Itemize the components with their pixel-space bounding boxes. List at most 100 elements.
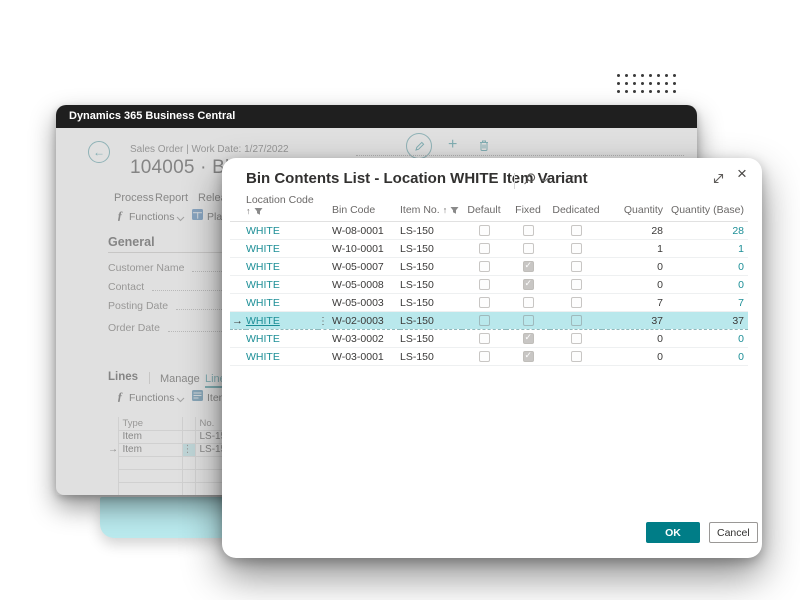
header-row: Location Code ↑ Bin Code Item No. ↑ xyxy=(230,194,748,222)
location-code-link[interactable]: WHITE xyxy=(246,351,280,363)
dedicated-checkbox[interactable] xyxy=(571,351,582,362)
dot xyxy=(657,74,660,77)
quantity-cell: 0 xyxy=(602,348,668,366)
dot xyxy=(657,82,660,85)
default-checkbox[interactable] xyxy=(479,279,490,290)
table-row[interactable]: → WHITE ⋮ W-05-0003 LS-150 7 7 xyxy=(230,294,748,312)
table-row[interactable]: → WHITE ⋮ W-08-0001 LS-150 28 28 xyxy=(230,222,748,240)
column-header-location-code[interactable]: Location Code ↑ xyxy=(246,194,318,222)
dedicated-checkbox[interactable] xyxy=(571,225,582,236)
quantity-base-link[interactable]: 0 xyxy=(738,279,744,291)
default-checkbox[interactable] xyxy=(479,333,490,344)
ok-button[interactable]: OK xyxy=(646,522,700,543)
dedicated-checkbox[interactable] xyxy=(571,333,582,344)
default-checkbox[interactable] xyxy=(479,297,490,308)
dot xyxy=(665,82,668,85)
item-no-cell: LS-150 xyxy=(400,276,462,294)
quantity-base-link[interactable]: 0 xyxy=(738,261,744,273)
app-title: Dynamics 365 Business Central xyxy=(69,110,235,122)
quantity-base-link[interactable]: 1 xyxy=(738,243,744,255)
fixed-checkbox[interactable] xyxy=(523,279,534,290)
bin-code-cell: W-08-0001 xyxy=(332,222,400,240)
quantity-base-link[interactable]: 37 xyxy=(732,315,744,327)
bin-code-cell: W-02-0003 xyxy=(332,312,400,330)
quantity-cell: 0 xyxy=(602,258,668,276)
quantity-base-link[interactable]: 0 xyxy=(738,333,744,345)
column-header-default[interactable]: Default xyxy=(462,194,506,222)
bin-code-cell: W-05-0003 xyxy=(332,294,400,312)
dot xyxy=(649,82,652,85)
dot xyxy=(641,74,644,77)
dot xyxy=(633,90,636,93)
default-checkbox[interactable] xyxy=(479,351,490,362)
dot xyxy=(617,90,620,93)
table-row[interactable]: → WHITE ⋮ W-10-0001 LS-150 1 1 xyxy=(230,240,748,258)
bin-contents-modal: Bin Contents List - Location WHITE Item … xyxy=(222,158,762,558)
expand-icon[interactable] xyxy=(712,172,725,188)
fixed-checkbox[interactable] xyxy=(523,261,534,272)
desktop-canvas: Dynamics 365 Business Central ← Sales Or… xyxy=(0,0,800,600)
column-header-quantity[interactable]: Quantity xyxy=(602,194,668,222)
default-checkbox[interactable] xyxy=(479,261,490,272)
dot xyxy=(625,74,628,77)
location-code-link[interactable]: WHITE xyxy=(246,333,280,345)
quantity-cell: 0 xyxy=(602,330,668,348)
column-header-fixed[interactable]: Fixed xyxy=(506,194,550,222)
location-code-link[interactable]: WHITE xyxy=(246,243,280,255)
search-button[interactable] xyxy=(522,172,549,187)
item-no-cell: LS-150 xyxy=(400,294,462,312)
item-no-cell: LS-150 xyxy=(400,348,462,366)
quantity-base-link[interactable]: 0 xyxy=(738,351,744,363)
bin-code-cell: W-03-0001 xyxy=(332,348,400,366)
bin-code-cell: W-10-0001 xyxy=(332,240,400,258)
quantity-base-link[interactable]: 28 xyxy=(732,225,744,237)
dot xyxy=(673,90,676,93)
column-header-item-no[interactable]: Item No. ↑ xyxy=(400,194,462,222)
fixed-checkbox[interactable] xyxy=(523,243,534,254)
cancel-button[interactable]: Cancel xyxy=(709,522,758,543)
dedicated-checkbox[interactable] xyxy=(571,297,582,308)
dot xyxy=(665,90,668,93)
table-row[interactable]: → WHITE ⋮ W-05-0007 LS-150 0 0 xyxy=(230,258,748,276)
location-code-link[interactable]: WHITE xyxy=(246,315,280,327)
dot xyxy=(673,82,676,85)
fixed-checkbox[interactable] xyxy=(523,351,534,362)
item-no-cell: LS-150 xyxy=(400,312,462,330)
bin-contents-table: Location Code ↑ Bin Code Item No. ↑ xyxy=(230,194,748,366)
fixed-checkbox[interactable] xyxy=(523,333,534,344)
location-code-link[interactable]: WHITE xyxy=(246,279,280,291)
fixed-checkbox[interactable] xyxy=(523,315,534,326)
default-checkbox[interactable] xyxy=(479,315,490,326)
dot xyxy=(633,82,636,85)
close-icon[interactable]: × xyxy=(737,165,747,182)
dedicated-checkbox[interactable] xyxy=(571,279,582,290)
quantity-base-link[interactable]: 7 xyxy=(738,297,744,309)
default-checkbox[interactable] xyxy=(479,243,490,254)
dot xyxy=(617,82,620,85)
default-checkbox[interactable] xyxy=(479,225,490,236)
item-no-cell: LS-150 xyxy=(400,330,462,348)
location-code-link[interactable]: WHITE xyxy=(246,261,280,273)
table-row[interactable]: → WHITE ⋮ W-05-0008 LS-150 0 0 xyxy=(230,276,748,294)
dots-decoration xyxy=(617,74,676,93)
table-row[interactable]: → WHITE ⋮ W-02-0003 LS-150 37 37 xyxy=(230,312,748,330)
dot xyxy=(641,82,644,85)
dot xyxy=(625,90,628,93)
chevron-down-icon xyxy=(540,177,549,183)
column-header-bin-code[interactable]: Bin Code xyxy=(332,194,400,222)
dedicated-checkbox[interactable] xyxy=(571,243,582,254)
location-code-link[interactable]: WHITE xyxy=(246,225,280,237)
dedicated-checkbox[interactable] xyxy=(571,261,582,272)
row-menu-icon[interactable]: ⋮ xyxy=(318,316,328,327)
fixed-checkbox[interactable] xyxy=(523,297,534,308)
location-code-link[interactable]: WHITE xyxy=(246,297,280,309)
dot xyxy=(657,90,660,93)
item-no-cell: LS-150 xyxy=(400,222,462,240)
table-row[interactable]: → WHITE ⋮ W-03-0001 LS-150 0 0 xyxy=(230,348,748,366)
fixed-checkbox[interactable] xyxy=(523,225,534,236)
more-options-button[interactable]: ··· xyxy=(559,168,577,183)
column-header-dedicated[interactable]: Dedicated xyxy=(550,194,602,222)
table-row[interactable]: → WHITE ⋮ W-03-0002 LS-150 0 0 xyxy=(230,330,748,348)
dedicated-checkbox[interactable] xyxy=(571,315,582,326)
column-header-quantity-base[interactable]: Quantity (Base) xyxy=(668,194,748,222)
